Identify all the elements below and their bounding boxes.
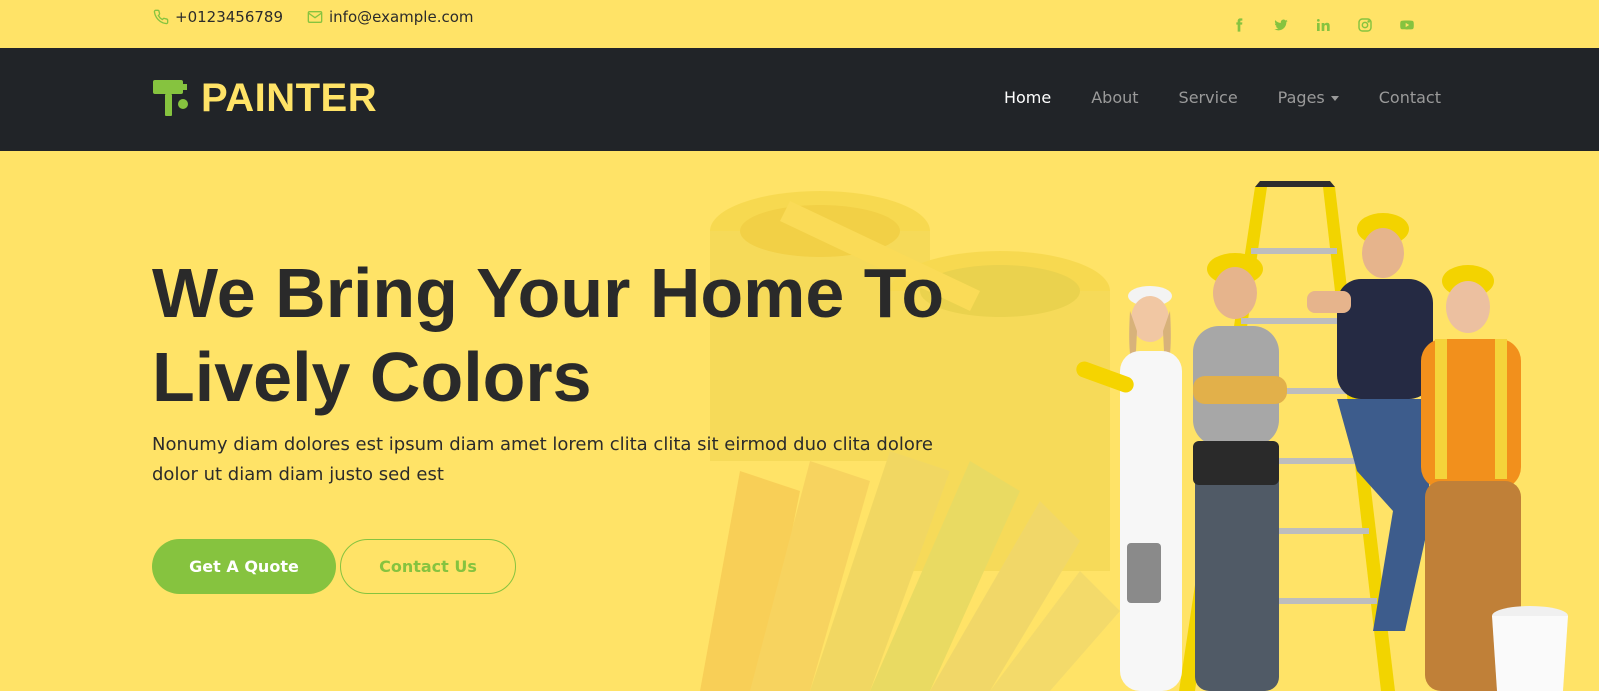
nav-contact[interactable]: Contact (1379, 88, 1441, 107)
nav-service[interactable]: Service (1179, 88, 1238, 107)
chevron-down-icon (1330, 96, 1339, 101)
social-links (1227, 13, 1419, 37)
hero-title-line2: Lively Colors (152, 338, 592, 416)
paint-roller-icon (153, 79, 188, 116)
youtube-icon[interactable] (1395, 13, 1419, 37)
twitter-icon[interactable] (1269, 13, 1293, 37)
email-contact[interactable]: info@example.com (307, 8, 474, 26)
nav-about[interactable]: About (1091, 88, 1138, 107)
brand-name: PAINTER (201, 76, 378, 120)
phone-contact[interactable]: +0123456789 (153, 8, 283, 26)
get-a-quote-button[interactable]: Get A Quote (152, 539, 336, 594)
hero-description-line1: Nonumy diam dolores est ipsum diam amet … (152, 434, 933, 455)
contact-us-button[interactable]: Contact Us (340, 539, 516, 594)
nav-pages[interactable]: Pages (1278, 88, 1339, 107)
hero-description-line2: dolor ut diam diam justo sed est (152, 464, 444, 485)
painters-team-image (1076, 181, 1568, 691)
nav-pages-label: Pages (1277, 88, 1325, 107)
facebook-icon[interactable] (1227, 13, 1251, 37)
instagram-icon[interactable] (1353, 13, 1377, 37)
envelope-icon (307, 11, 323, 23)
navbar: PAINTER Home About Service Pages Contact (0, 48, 1599, 151)
hero-title: We Bring Your Home To Lively Colors (152, 251, 1052, 419)
top-bar: +0123456789 info@example.com (0, 0, 1599, 48)
nav-home[interactable]: Home (1004, 88, 1051, 107)
phone-icon (153, 9, 169, 25)
email-address: info@example.com (329, 8, 474, 26)
brand-logo[interactable]: PAINTER (153, 76, 377, 121)
main-nav: Home About Service Pages Contact (1004, 88, 1441, 107)
hero-title-line1: We Bring Your Home To (152, 254, 945, 332)
phone-number: +0123456789 (175, 8, 284, 26)
linkedin-icon[interactable] (1311, 13, 1335, 37)
hero-section: We Bring Your Home To Lively Colors Nonu… (0, 151, 1599, 691)
hero-description: Nonumy diam dolores est ipsum diam amet … (152, 430, 972, 490)
paint-bucket (1492, 606, 1568, 691)
woman-painter-figure (1076, 286, 1182, 691)
